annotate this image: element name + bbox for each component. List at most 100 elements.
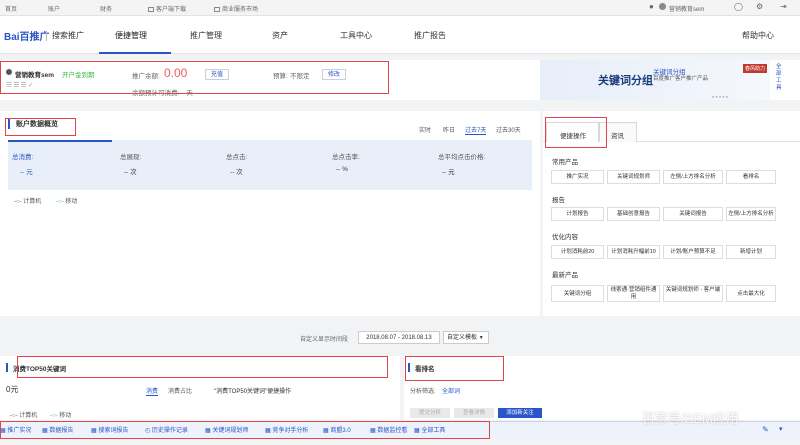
top50-card: 消费TOP50关键词 0元 消费 消费占比 "消费TOP50关键词"便捷操作 -… <box>0 356 400 420</box>
settings-icon[interactable]: ⚙ <box>756 2 763 11</box>
bottom-data-report[interactable]: ▦ 数据报告 <box>42 425 73 437</box>
bottom-promo-live[interactable]: ▦ 推广实况 <box>0 425 31 437</box>
bottom-data-monitor[interactable]: ▦ 数据监控看 <box>370 425 407 437</box>
qbtn-creative-report[interactable]: 基础创意报告 <box>607 207 660 221</box>
qbtn-top20-cost[interactable]: 计划消耗前20 <box>551 245 604 259</box>
account-status[interactable]: 开户金到期 <box>62 69 95 79</box>
qbtn-keyword-group[interactable]: 关键词分组 <box>551 285 604 302</box>
group-new-products: 最新产品 <box>552 272 578 279</box>
top50-quick-op[interactable]: "消费TOP50关键词"便捷操作 <box>214 386 291 395</box>
qbtn-keyword-planner[interactable]: 关键词规划师 <box>607 170 660 184</box>
date-range-input[interactable]: 2018.08.07 - 2018.08.13 <box>358 331 440 344</box>
carousel-dots[interactable]: ●●●●● <box>712 94 729 99</box>
topbar-market-link[interactable]: 商业服务市场 <box>214 4 258 13</box>
template-select[interactable]: 自定义模板 ▼ <box>443 331 489 344</box>
qbtn-top10-rise[interactable]: 计划消耗升幅前10 <box>607 245 660 259</box>
qbtn-planner-client[interactable]: 关键词规划师 - 客户端 <box>663 285 723 302</box>
shangmeng-icon: ▦ <box>323 428 329 434</box>
metric-avg-price-value: -- 元 <box>442 169 455 176</box>
group-report: 报告 <box>552 197 565 204</box>
nav-tool-center[interactable]: 工具中心 <box>340 30 372 41</box>
nav-assets[interactable]: 资产 <box>272 30 288 41</box>
qbtn-new-plan[interactable]: 新增计划 <box>726 245 776 259</box>
days-value: --天 <box>182 90 193 97</box>
metric-clicks-label[interactable]: 总点击: <box>226 151 247 161</box>
tab-news-label: 资讯 <box>611 133 624 140</box>
bell-icon[interactable]: ● <box>649 2 654 11</box>
rank-add-watch-button[interactable]: 添加新关注 <box>498 408 542 418</box>
legend-mobile[interactable]: -○- 移动 <box>56 196 77 205</box>
qbtn-promo-live[interactable]: 推广实况 <box>551 170 604 184</box>
rank-detail-button[interactable]: 查看详情 <box>454 408 494 418</box>
baidu-logo[interactable]: Bai百推广 <box>4 28 50 43</box>
metric-ctr-label[interactable]: 总点击率: <box>332 151 360 161</box>
range-yesterday[interactable]: 昨日 <box>443 125 455 134</box>
topbar-finance-link[interactable]: 财务 <box>100 4 112 13</box>
monitor-data-icon: ▦ <box>370 428 376 434</box>
group-optimize: 优化内容 <box>552 234 578 241</box>
recharge-button[interactable]: 充值 <box>205 69 229 80</box>
metric-total-cost-label[interactable]: 总消费: <box>12 151 33 161</box>
collapse-icon[interactable]: ▾ <box>779 425 783 433</box>
top-bar: 首页 账户 财务 客户端下载 商业服务市场 ● 营销教育sem ◯ ⚙ ⇥ <box>0 0 800 16</box>
range-30days[interactable]: 过去30天 <box>496 125 521 134</box>
bottom-history-log[interactable]: ◴ 历史操作记录 <box>145 425 188 437</box>
promo-banner[interactable]: 关键词分组 关键词分组 百度推广客户推广产品 春风助力 ●●●●● 全部工具 <box>540 60 800 100</box>
metric-impressions-value: -- 次 <box>124 169 137 176</box>
bottom-competitor-analysis[interactable]: ▦ 竞争对手分析 <box>265 425 308 437</box>
rank-submit-button[interactable]: 提交分析 <box>410 408 450 418</box>
planner-icon: ▦ <box>205 428 211 434</box>
nav-convenient-manage[interactable]: 便捷管理 <box>115 30 147 41</box>
user-avatar-icon[interactable] <box>659 3 666 12</box>
nav-promotion-report[interactable]: 推广报告 <box>414 30 446 41</box>
legend-computer[interactable]: -○- 计算机 <box>14 196 41 205</box>
metric-avg-price-label[interactable]: 总平均点击价格: <box>438 151 485 161</box>
qbtn-budget-short[interactable]: 计划/账户预算不足 <box>663 245 723 259</box>
range-realtime[interactable]: 实时 <box>419 125 431 134</box>
top50-tab-cost[interactable]: 消费 <box>146 386 159 396</box>
bottom-all-tools[interactable]: ▦ 全部工具 <box>414 425 445 437</box>
edit-icon[interactable]: ✎ <box>762 425 769 434</box>
help-icon[interactable]: ◯ <box>734 2 743 11</box>
monitor-icon <box>148 7 154 12</box>
top50-legend-computer[interactable]: -○- 计算机 <box>10 410 37 419</box>
qbtn-click-max[interactable]: 点击最大化 <box>726 285 776 302</box>
range-7days[interactable]: 过去7天 <box>465 125 487 135</box>
watermark: 百家号/SEM应用 <box>642 411 739 426</box>
rank-filter-label: 分析筛选: <box>410 389 436 395</box>
username[interactable]: 营销教育sem <box>669 4 704 13</box>
topbar-account-link[interactable]: 账户 <box>48 4 60 13</box>
metrics-strip <box>8 140 532 190</box>
main-header: Bai百推广 搜索推广 便捷管理 推广管理 资产 工具中心 推广报告 帮助中心 <box>0 16 800 54</box>
chart-icon: ▦ <box>0 428 6 434</box>
bottom-search-term-report[interactable]: ▦ 搜索词报告 <box>91 425 128 437</box>
bottom-shangmeng[interactable]: ▦ 商盟3.0 <box>323 425 351 437</box>
qbtn-lead-tool[interactable]: 线索通·营销组件通用 <box>607 285 660 302</box>
product-name: 搜索推广 <box>52 31 84 40</box>
bottom-keyword-planner[interactable]: ▦ 关键词规划师 <box>205 425 248 437</box>
logout-icon[interactable]: ⇥ <box>780 2 787 11</box>
shop-icon <box>214 7 220 12</box>
top50-legend-mobile[interactable]: -○- 移动 <box>50 410 71 419</box>
search-report-icon: ▦ <box>91 428 97 434</box>
qbtn-rank-analysis[interactable]: 左侧/上方排名分析 <box>663 170 723 184</box>
topbar-download-link[interactable]: 客户端下载 <box>148 4 186 13</box>
metric-impressions-label[interactable]: 总展现: <box>120 151 141 161</box>
nav-promotion-manage[interactable]: 推广管理 <box>190 30 222 41</box>
budget-value: 不限定 <box>290 73 310 80</box>
qbtn-view-rank[interactable]: 看排名 <box>726 170 776 184</box>
qbtn-rank-analysis-2[interactable]: 左侧/上方排名分析 <box>726 207 776 221</box>
rank-filter-value[interactable]: 全部词 <box>442 386 460 395</box>
qbtn-keyword-report[interactable]: 关键词报告 <box>663 207 723 221</box>
days-label: 余额预计可消费: <box>132 90 180 97</box>
qbtn-plan-report[interactable]: 计划报告 <box>551 207 604 221</box>
history-icon: ◴ <box>145 428 151 434</box>
date-range-label: 自定义显示时间段 <box>300 337 349 343</box>
balance-label: 推广余额: <box>132 73 160 80</box>
modify-budget-button[interactable]: 修改 <box>322 69 346 80</box>
top50-tab-ratio[interactable]: 消费占比 <box>168 386 192 395</box>
topbar-home-link[interactable]: 首页 <box>5 4 17 13</box>
nav-help-center[interactable]: 帮助中心 <box>742 30 774 41</box>
banner-tag: 春风助力 <box>743 64 768 73</box>
all-tools-side-link[interactable]: 全部工具 <box>776 64 786 92</box>
